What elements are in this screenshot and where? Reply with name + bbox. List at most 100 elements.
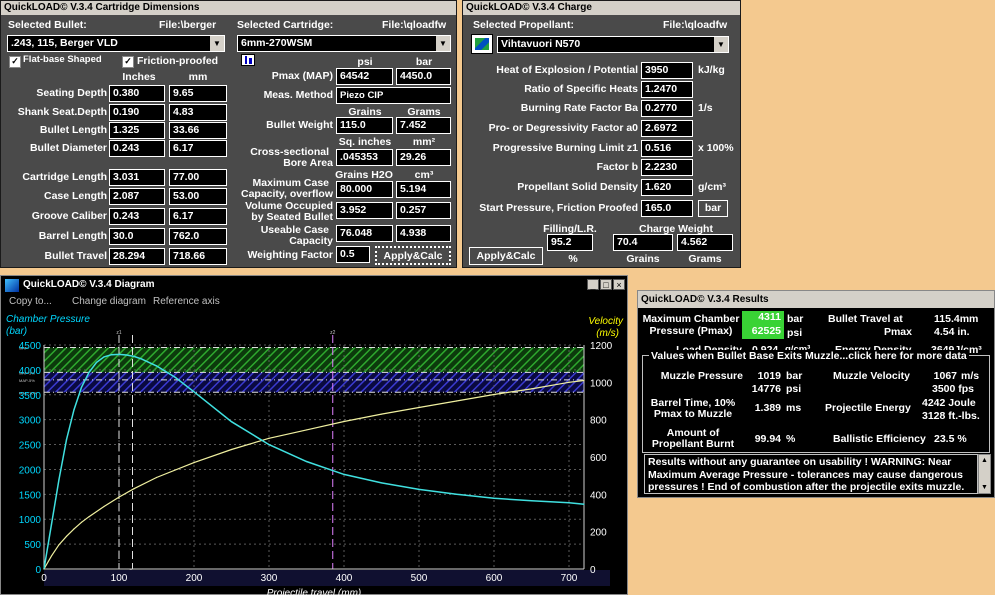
selected-cartridge-label: Selected Cartridge: (237, 19, 334, 31)
charge-row-field[interactable]: 1.2470 (641, 81, 693, 98)
start-pressure-unit-button[interactable]: bar (698, 200, 728, 217)
dims-row-mm-field[interactable]: 9.65 (169, 85, 227, 102)
charge-row-field[interactable]: 0.2770 (641, 100, 693, 117)
meas-method-field[interactable]: Piezo CIP (336, 87, 451, 104)
dims-row-inches-field[interactable]: 30.0 (109, 228, 165, 245)
chevron-down-icon[interactable]: ▼ (714, 37, 728, 52)
projectile-energy-label: Projectile Energy (825, 402, 911, 414)
propellant-select[interactable]: Vihtavuori N570 ▼ (497, 36, 729, 53)
max-capacity-cm3-field[interactable]: 5.194 (396, 181, 451, 198)
pressure-point (50, 523, 53, 525)
dims-row-mm-field[interactable]: 762.0 (169, 228, 227, 245)
weighting-factor-label: Weighting Factor (247, 249, 333, 261)
warning-scrollbar[interactable]: ▲ ▼ (978, 454, 991, 494)
cartridge-select[interactable]: 6mm-270WSM ▼ (237, 35, 451, 52)
muzzle-values-panel[interactable]: Values when Bullet Base Exits Muzzle...c… (642, 350, 990, 453)
velocity-point (455, 400, 458, 402)
dims-row-mm-field[interactable]: 4.83 (169, 104, 227, 121)
pressure-point (455, 493, 458, 495)
pressure-point (305, 460, 308, 463)
menu-reference-axis[interactable]: Reference axis (153, 296, 220, 307)
muzzle-values-header[interactable]: Values when Bullet Base Exits Muzzle...c… (649, 350, 969, 362)
dims-row-inches-field[interactable]: 0.190 (109, 104, 165, 121)
maximize-icon[interactable]: □ (600, 279, 612, 290)
friction-checkbox[interactable]: ✓ (122, 56, 134, 68)
charge-grams-field[interactable]: 4.562 (677, 234, 733, 251)
charge-row-label: Progressive Burning Limit z1 (492, 142, 638, 154)
bore-area-sqin-field[interactable]: .045353 (336, 149, 393, 166)
pressure-point (230, 421, 233, 423)
cartridge-drawing-icon[interactable] (241, 54, 255, 66)
bullet-travel-pmax-label-1: Bullet Travel at (828, 313, 903, 325)
dims-row-inches-field[interactable]: 0.243 (109, 140, 165, 157)
charge-row-field[interactable]: 2.6972 (641, 120, 693, 137)
scroll-up-icon[interactable]: ▲ (979, 455, 990, 466)
marker-label: z2 (330, 330, 336, 336)
charge-titlebar[interactable]: QuickLOAD© V.3.4 Charge (463, 1, 740, 15)
y-tick-label: 1500 (19, 490, 42, 501)
minimize-icon[interactable]: _ (587, 279, 599, 290)
dims-row-label: Bullet Diameter (29, 142, 107, 154)
cartridge-dimensions-titlebar[interactable]: QuickLOAD© V.3.4 Cartridge Dimensions (1, 1, 456, 15)
weighting-factor-field[interactable]: 0.5 (336, 246, 370, 263)
x-axis-band (44, 570, 610, 586)
dims-row-mm-field[interactable]: 77.00 (169, 169, 227, 186)
dims-row-mm-field[interactable]: 53.00 (169, 188, 227, 205)
charge-row-field[interactable]: 2.2230 (641, 159, 693, 176)
charge-row-field[interactable]: 1.620 (641, 179, 693, 196)
results-titlebar[interactable]: QuickLOAD© V.3.4 Results (638, 291, 994, 308)
menu-copy-to[interactable]: Copy to... (9, 296, 52, 307)
charge-window: QuickLOAD© V.3.4 Charge Selected Propell… (462, 0, 741, 268)
pressure-point (140, 358, 143, 360)
filling-field[interactable]: 95.2 (547, 234, 593, 251)
menu-change-diagram[interactable]: Change diagram (72, 296, 146, 307)
bullet-select[interactable]: .243, 115, Berger VLD ▼ (7, 35, 225, 52)
dims-row-inches-field[interactable]: 3.031 (109, 169, 165, 186)
diagram-titlebar[interactable]: QuickLOAD© V.3.4 Diagram (1, 276, 627, 294)
scroll-down-icon[interactable]: ▼ (979, 482, 990, 493)
charge-grains-field[interactable]: 70.4 (613, 234, 673, 251)
velocity-series-line (43, 379, 585, 570)
pmax-psi-field[interactable]: 64542 (336, 68, 393, 85)
dims-row-mm-field[interactable]: 33.66 (169, 122, 227, 139)
dims-row-inches-field[interactable]: 2.087 (109, 188, 165, 205)
dims-row-mm-field[interactable]: 6.17 (169, 208, 227, 225)
bore-area-mm2-field[interactable]: 29.26 (396, 149, 451, 166)
charge-row-field[interactable]: 0.516 (641, 140, 693, 157)
dims-row-mm-field[interactable]: 6.17 (169, 140, 227, 157)
charge-apply-calc-button[interactable]: Apply&Calc (469, 247, 543, 265)
close-icon[interactable]: × (613, 279, 625, 290)
dims-row-inches-field[interactable]: 0.380 (109, 85, 165, 102)
propellant-picture-icon[interactable] (471, 34, 493, 54)
max-capacity-grains-field[interactable]: 80.000 (336, 181, 393, 198)
useable-capacity-grains-field[interactable]: 76.048 (336, 225, 393, 242)
dims-row-inches-field[interactable]: 28.294 (109, 248, 165, 265)
dims-row-mm-field[interactable]: 718.66 (169, 248, 227, 265)
flatbase-checkbox[interactable]: ✓ (9, 56, 21, 68)
charge-row-label: Factor b (596, 161, 638, 173)
charge-row-field[interactable]: 165.0 (641, 200, 693, 217)
volume-occupied-grains-field[interactable]: 3.952 (336, 202, 393, 219)
col-gh2o-header: Grains H2O (335, 169, 393, 181)
velocity-point (568, 381, 570, 383)
volume-occupied-cm3-field[interactable]: 0.257 (396, 202, 451, 219)
max-chamber-label-1: Maximum Chamber (642, 313, 740, 325)
useable-capacity-cm3-field[interactable]: 4.938 (396, 225, 451, 242)
pressure-velocity-chart[interactable]: Chamber Pressure(bar)Velocity(m/s)MAPMAP… (1, 310, 627, 595)
dims-row-inches-field[interactable]: 1.325 (109, 122, 165, 139)
ballistic-efficiency-label: Ballistic Efficiency (833, 433, 926, 445)
dims-row-inches-field[interactable]: 0.243 (109, 208, 165, 225)
apply-calc-button[interactable]: Apply&Calc (375, 246, 451, 265)
chevron-down-icon[interactable]: ▼ (210, 36, 224, 51)
bore-area-label-2: Bore Area (283, 157, 333, 169)
velocity-point (58, 544, 60, 546)
bullet-weight-grams-field[interactable]: 7.452 (396, 117, 451, 134)
dims-row-label: Case Length (43, 190, 107, 202)
map-band-label: MAP-5% (19, 378, 35, 383)
velocity-point (305, 429, 308, 431)
pmax-bar-field[interactable]: 4450.0 (396, 68, 451, 85)
chevron-down-icon[interactable]: ▼ (436, 36, 450, 51)
charge-row-field[interactable]: 3950 (641, 62, 693, 79)
bullet-weight-grains-field[interactable]: 115.0 (336, 117, 393, 134)
propellant-select-value: Vihtavuori N570 (501, 38, 581, 50)
